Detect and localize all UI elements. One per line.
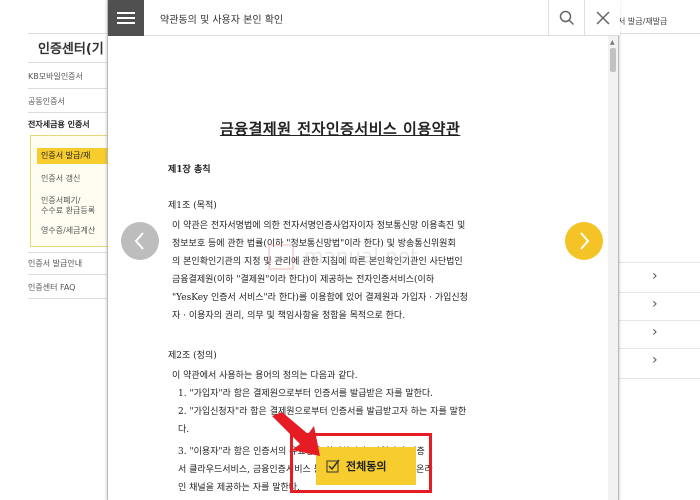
article-text-line: 자 · 이용자의 권리, 의무 및 책임사항을 정함을 목적으로 한다. — [172, 311, 406, 321]
chevron-right-icon[interactable]: › — [652, 352, 658, 368]
bg-submenu: 인증서 발급/재 인증서 갱신 인증서폐기/ 수수료 환급등록 영수증/세금계산 — [30, 135, 109, 247]
chevron-right-icon[interactable]: › — [652, 324, 658, 340]
definition-line: 인 채널을 제공하는 자를 말한다. — [178, 483, 300, 493]
modal-title: 약관동의 및 사용자 본인 확인 — [160, 15, 284, 26]
close-icon[interactable] — [584, 0, 620, 36]
chevron-right-icon[interactable]: › — [652, 268, 658, 284]
bg-nav-item[interactable]: 인증센터 FAQ — [28, 282, 108, 293]
article-heading: 제1조 (목적) — [168, 201, 217, 211]
article-heading: 제2조 (정의) — [168, 351, 217, 361]
bg-submenu-item[interactable]: 수수료 환급등록 — [41, 206, 95, 216]
article-text-line: "YesKey 인증서 서비스"라 한다)를 이용함에 있어 결제원과 가입자 … — [172, 293, 468, 303]
bg-divider — [28, 298, 108, 299]
bg-nav-item[interactable]: 인증서 발급안내 — [28, 258, 108, 269]
bg-nav-item[interactable]: KB모바일인증서 — [28, 71, 108, 82]
chevron-right-icon — [580, 232, 590, 250]
next-arrow-button[interactable] — [565, 222, 603, 260]
bg-row-divider — [612, 348, 700, 349]
watermark-logo-icon — [268, 244, 294, 270]
definition-line: 1. "가입자"라 함은 결제원으로부터 인증서를 발급받은 자를 말한다. — [178, 389, 434, 399]
watermark: manual.net — [268, 236, 448, 286]
watermark-text: manual.net — [304, 244, 419, 268]
document-title: 금융결제원 전자인증서비스 이용약관 — [220, 120, 461, 138]
hamburger-menu-icon[interactable] — [108, 0, 144, 36]
bg-divider — [28, 88, 108, 89]
bg-submenu-item[interactable]: 인증서 갱신 — [41, 174, 80, 184]
bg-submenu-item-active[interactable]: 인증서 발급/재 — [37, 148, 109, 164]
red-arrow-icon — [272, 412, 320, 456]
chapter-heading: 제1장 총칙 — [168, 165, 211, 175]
bg-submenu-item[interactable]: 영수증/세금계산 — [41, 226, 95, 236]
scroll-thumb[interactable] — [610, 48, 616, 72]
bg-divider — [28, 112, 108, 113]
article-text-line: 이 약관에서 사용하는 용어의 정의는 다음과 같다. — [172, 371, 358, 381]
chevron-left-icon — [134, 232, 144, 250]
bg-submenu-item[interactable]: 인증서폐기/ — [41, 196, 81, 206]
bg-row-divider — [612, 320, 700, 321]
bg-nav-item-active[interactable]: 전자세금용 인증서 — [28, 119, 108, 130]
previous-arrow-button[interactable] — [121, 222, 159, 260]
chevron-right-icon[interactable]: › — [652, 296, 658, 312]
bg-nav-item[interactable]: 공동인증서 — [28, 96, 108, 107]
bg-divider — [28, 252, 108, 253]
bg-row-divider — [612, 292, 700, 293]
scroll-up-icon[interactable]: ▲ — [610, 40, 615, 46]
article-text-line: 이 약관은 전자서명법에 의한 전자서명인증사업자이자 정보통신망 이용촉진 및 — [172, 221, 466, 231]
search-icon[interactable] — [548, 0, 584, 36]
scrollbar[interactable]: ▲ — [608, 36, 618, 500]
definition-line: 다. — [178, 425, 190, 435]
bg-divider — [28, 274, 108, 275]
modal-header: 약관동의 및 사용자 본인 확인 — [108, 0, 620, 36]
bg-divider — [28, 62, 108, 63]
bg-row-divider — [612, 262, 700, 263]
bg-top-right-link[interactable]: 서 발급/재발급 — [618, 16, 667, 27]
bg-row-divider — [612, 378, 700, 379]
bg-page-title: 인증센터(기 — [38, 42, 104, 57]
